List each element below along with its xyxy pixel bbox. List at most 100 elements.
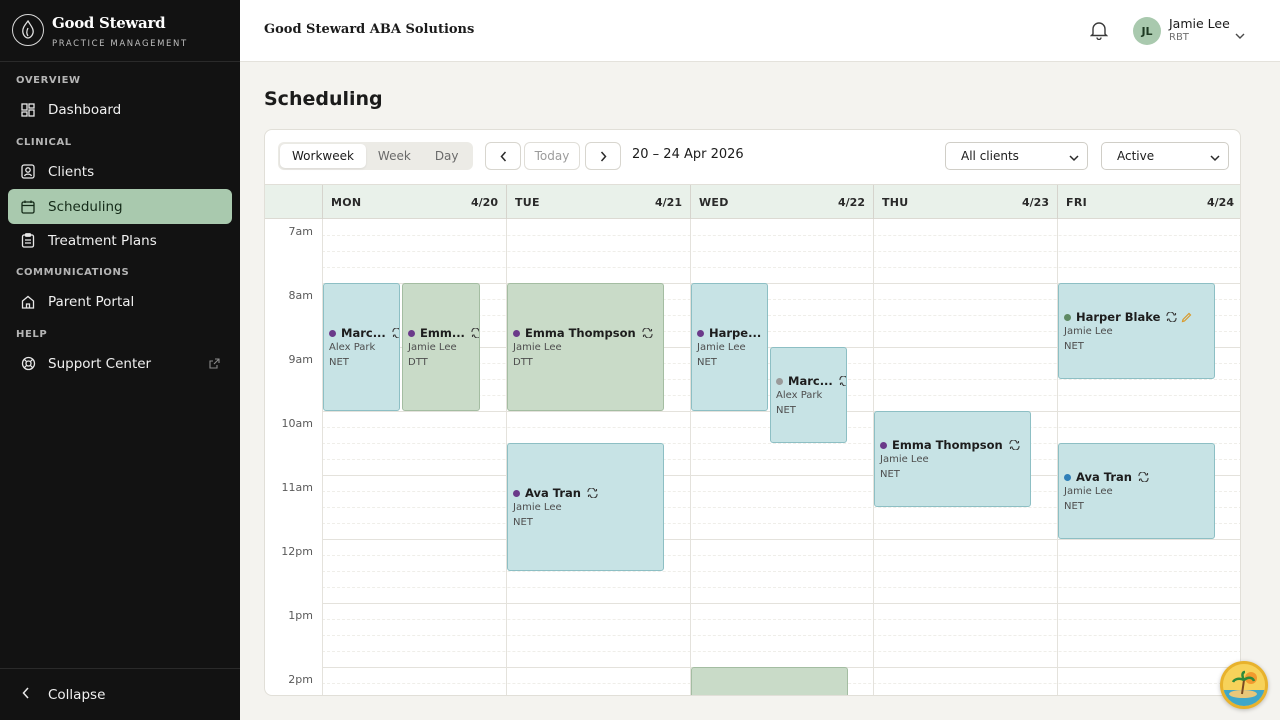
user-name[interactable]: Jamie Lee	[1169, 16, 1230, 31]
calendar-grid: 7am 8am 9am 10am 11am 12pm 1pm 2pm Marc.…	[265, 219, 1240, 695]
day-header-wed: WED 4/22	[690, 185, 873, 220]
sidebar-item-support-center[interactable]: Support Center	[8, 346, 232, 381]
grid-icon	[20, 102, 36, 118]
status-dot	[776, 377, 783, 385]
time-label-2pm: 2pm	[288, 673, 313, 686]
sidebar-item-label: Scheduling	[48, 198, 123, 215]
clipboard-icon	[20, 233, 36, 249]
chevron-left-icon	[499, 147, 507, 166]
sidebar-item-clients[interactable]: Clients	[8, 154, 232, 189]
status-dot	[697, 329, 704, 337]
nav-section-overview: OVERVIEW	[16, 75, 81, 86]
time-label-7am: 7am	[288, 225, 313, 238]
event-card[interactable]: Emma Thompson Jamie Lee NET	[874, 411, 1031, 507]
event-card[interactable]	[691, 667, 848, 695]
chevron-right-icon	[600, 147, 607, 166]
pencil-icon[interactable]	[1181, 312, 1192, 323]
today-button[interactable]: Today	[524, 142, 580, 170]
sidebar: Good Steward PRACTICE MANAGEMENT OVERVIE…	[0, 0, 240, 720]
nav-section-help: HELP	[16, 329, 48, 340]
beach-palm-icon	[1223, 664, 1265, 706]
event-card[interactable]: Marc... Alex Park NET	[323, 283, 400, 411]
nav-section-clinical: CLINICAL	[16, 137, 72, 148]
external-link-icon	[209, 357, 220, 373]
repeat-icon	[587, 488, 598, 498]
time-label-9am: 9am	[288, 353, 313, 366]
event-card[interactable]: Emm... Jamie Lee DTT	[402, 283, 480, 411]
repeat-icon	[471, 328, 479, 338]
status-dot	[513, 489, 520, 497]
sidebar-item-treatment-plans[interactable]: Treatment Plans	[8, 223, 232, 258]
sidebar-item-label: Dashboard	[48, 101, 122, 118]
status-dot	[408, 329, 415, 337]
status-filter-value: Active	[1117, 149, 1155, 163]
view-day-button[interactable]: Day	[423, 144, 471, 168]
event-card[interactable]: Ava Tran Jamie Lee NET	[1058, 443, 1215, 539]
sidebar-item-label: Parent Portal	[48, 293, 135, 310]
org-name: Good Steward ABA Solutions	[264, 22, 475, 37]
nav-section-communications: COMMUNICATIONS	[16, 267, 130, 278]
chevron-down-icon[interactable]	[1235, 25, 1245, 44]
calendar-card: Workweek Week Day Today 20 – 24 Apr 2026…	[264, 129, 1241, 696]
user-role: RBT	[1169, 32, 1189, 43]
event-card[interactable]: Ava Tran Jamie Lee NET	[507, 443, 664, 571]
view-week-button[interactable]: Week	[366, 144, 423, 168]
status-dot	[1064, 313, 1071, 321]
page-title: Scheduling	[264, 88, 383, 110]
lifebuoy-icon	[20, 356, 36, 372]
event-card[interactable]: Emma Thompson Jamie Lee DTT	[507, 283, 664, 411]
brand-header: Good Steward PRACTICE MANAGEMENT	[0, 0, 240, 62]
event-card[interactable]: Harper Blake Jamie Lee NET	[1058, 283, 1215, 379]
status-dot	[513, 329, 520, 337]
sidebar-item-parent-portal[interactable]: Parent Portal	[8, 284, 232, 319]
top-bar: Good Steward ABA Solutions JL Jamie Lee …	[240, 0, 1280, 62]
chevron-down-icon	[1210, 151, 1220, 165]
sidebar-item-label: Clients	[48, 163, 95, 180]
next-week-button[interactable]	[585, 142, 621, 170]
view-switcher: Workweek Week Day	[278, 142, 473, 170]
collapse-label: Collapse	[48, 686, 106, 703]
assistant-launcher-button[interactable]	[1220, 661, 1268, 709]
chevron-left-icon	[22, 686, 30, 703]
repeat-icon	[767, 328, 768, 338]
prev-week-button[interactable]	[485, 142, 521, 170]
day-header-fri: FRI 4/24	[1057, 185, 1240, 220]
day-header-row: MON 4/20 TUE 4/21 WED 4/22 THU 4/23 FRI 4/24	[265, 184, 1240, 220]
status-dot	[1064, 473, 1071, 481]
brand-subtitle: PRACTICE MANAGEMENT	[52, 39, 188, 49]
day-header-tue: TUE 4/21	[506, 185, 690, 220]
calendar-icon	[20, 199, 36, 215]
collapse-button[interactable]: Collapse	[0, 668, 240, 720]
event-card[interactable]: Marc... Alex Park NET	[770, 347, 847, 443]
status-filter-select[interactable]: Active	[1101, 142, 1229, 170]
repeat-icon	[1009, 440, 1020, 450]
repeat-icon	[392, 328, 399, 338]
chevron-down-icon	[1069, 151, 1079, 165]
repeat-icon	[839, 376, 846, 386]
status-dot	[880, 441, 887, 449]
time-label-1pm: 1pm	[288, 609, 313, 622]
sidebar-item-label: Treatment Plans	[48, 232, 157, 249]
repeat-icon	[1166, 312, 1177, 322]
sidebar-item-dashboard[interactable]: Dashboard	[8, 92, 232, 127]
status-dot	[329, 329, 336, 337]
repeat-icon	[1138, 472, 1149, 482]
date-range: 20 – 24 Apr 2026	[632, 147, 744, 162]
repeat-icon	[642, 328, 653, 338]
flame-logo-icon	[12, 14, 44, 46]
house-icon	[20, 294, 36, 310]
user-badge-icon	[20, 164, 36, 180]
event-card[interactable]: Harpe... Jamie Lee NET	[691, 283, 768, 411]
bell-icon[interactable]	[1089, 20, 1109, 44]
day-header-mon: MON 4/20	[322, 185, 506, 220]
avatar[interactable]: JL	[1133, 17, 1161, 45]
sidebar-item-label: Support Center	[48, 355, 152, 372]
time-label-8am: 8am	[288, 289, 313, 302]
view-workweek-button[interactable]: Workweek	[280, 144, 366, 168]
day-header-thu: THU 4/23	[873, 185, 1057, 220]
sidebar-item-scheduling[interactable]: Scheduling	[8, 189, 232, 224]
client-filter-select[interactable]: All clients	[945, 142, 1088, 170]
time-label-11am: 11am	[281, 481, 313, 494]
time-label-10am: 10am	[281, 417, 313, 430]
client-filter-value: All clients	[961, 149, 1019, 163]
